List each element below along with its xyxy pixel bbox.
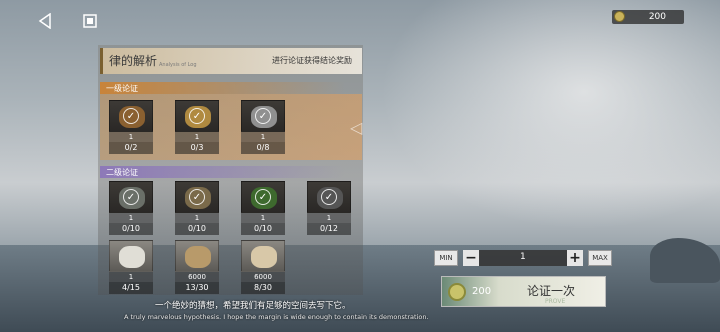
- item-progress: 0/2: [109, 142, 153, 154]
- argument-item[interactable]: ✓ 1 0/8: [241, 100, 285, 154]
- item-image: [241, 240, 285, 272]
- page-title: 律的解析: [109, 54, 158, 68]
- quantity-value: 1: [520, 252, 526, 262]
- item-quantity: 6000: [241, 272, 285, 282]
- argument-item[interactable]: 1 4/15: [109, 240, 153, 294]
- item-image: ✓: [307, 181, 351, 213]
- prove-cost: 200: [472, 286, 492, 297]
- item-progress: 13/30: [175, 282, 219, 294]
- max-button[interactable]: MAX: [588, 250, 612, 266]
- item-quantity: 1: [109, 213, 153, 223]
- argument-item[interactable]: ✓ 1 0/10: [241, 181, 285, 235]
- check-circle-icon: ✓: [255, 108, 271, 124]
- level1-label: 一级论证: [100, 82, 345, 94]
- title-bar: 律的解析 Analysis of Log 进行论证获得结论奖励: [100, 48, 362, 74]
- minus-icon: −: [465, 250, 477, 266]
- currency-display: 200: [612, 10, 684, 24]
- argument-item[interactable]: ✓ 1 0/2: [109, 100, 153, 154]
- decorative-triangle-icon: ◁: [350, 118, 363, 137]
- min-button[interactable]: MIN: [434, 250, 458, 266]
- argument-item[interactable]: 6000 13/30: [175, 240, 219, 294]
- check-circle-icon: ✓: [321, 189, 337, 205]
- currency-value: 200: [648, 12, 666, 22]
- prove-label: 论证一次: [527, 284, 576, 298]
- coin-icon: [448, 283, 466, 301]
- argument-item[interactable]: ✓ 1 0/10: [109, 181, 153, 235]
- check-circle-icon: ✓: [123, 189, 139, 205]
- increment-button[interactable]: +: [567, 250, 583, 266]
- item-quantity: 1: [241, 213, 285, 223]
- item-progress: 0/8: [241, 142, 285, 154]
- argument-item[interactable]: ✓ 1 0/3: [175, 100, 219, 154]
- level2-label: 二级论证: [100, 166, 345, 178]
- item-quantity: 1: [307, 213, 351, 223]
- prove-sub-label: PROVE: [545, 298, 566, 305]
- check-circle-icon: ✓: [189, 189, 205, 205]
- item-image: ✓: [241, 181, 285, 213]
- item-image: [109, 240, 153, 272]
- item-progress: 4/15: [109, 282, 153, 294]
- material-icon: [185, 246, 211, 268]
- item-quantity: 1: [109, 132, 153, 142]
- material-icon: [251, 246, 277, 268]
- item-quantity: 1: [175, 213, 219, 223]
- item-image: ✓: [241, 100, 285, 132]
- material-icon: [119, 246, 145, 268]
- item-progress: 0/12: [307, 223, 351, 235]
- item-progress: 0/3: [175, 142, 219, 154]
- stop-square-icon: [83, 14, 97, 28]
- quote-zh: 一个绝妙的猜想，希望我们有足够的空间去写下它。: [155, 301, 351, 311]
- home-button[interactable]: [79, 10, 101, 32]
- item-image: ✓: [109, 181, 153, 213]
- page-subtitle: Analysis of Log: [159, 62, 197, 68]
- plus-icon: +: [569, 250, 581, 266]
- argument-item[interactable]: ✓ 1 0/10: [175, 181, 219, 235]
- check-circle-icon: ✓: [189, 108, 205, 124]
- prove-button[interactable]: 200 论证一次 PROVE: [441, 276, 606, 307]
- item-progress: 0/10: [241, 223, 285, 235]
- item-image: ✓: [175, 100, 219, 132]
- item-image: ✓: [109, 100, 153, 132]
- item-image: [175, 240, 219, 272]
- check-circle-icon: ✓: [123, 108, 139, 124]
- quote-en: A truly marvelous hypothesis. I hope the…: [124, 313, 429, 321]
- item-image: ✓: [175, 181, 219, 213]
- reward-hint: 进行论证获得结论奖励: [272, 56, 352, 65]
- item-quantity: 1: [241, 132, 285, 142]
- decrement-button[interactable]: −: [463, 250, 479, 266]
- item-progress: 8/30: [241, 282, 285, 294]
- item-quantity: 1: [175, 132, 219, 142]
- back-arrow-icon: [38, 13, 51, 29]
- item-progress: 0/10: [175, 223, 219, 235]
- item-quantity: 6000: [175, 272, 219, 282]
- item-progress: 0/10: [109, 223, 153, 235]
- argument-item[interactable]: ✓ 1 0/12: [307, 181, 351, 235]
- back-button[interactable]: [34, 10, 56, 32]
- coin-icon: [614, 11, 625, 22]
- argument-item[interactable]: 6000 8/30: [241, 240, 285, 294]
- item-quantity: 1: [109, 272, 153, 282]
- check-circle-icon: ✓: [255, 189, 271, 205]
- sky-glow: [380, 0, 720, 230]
